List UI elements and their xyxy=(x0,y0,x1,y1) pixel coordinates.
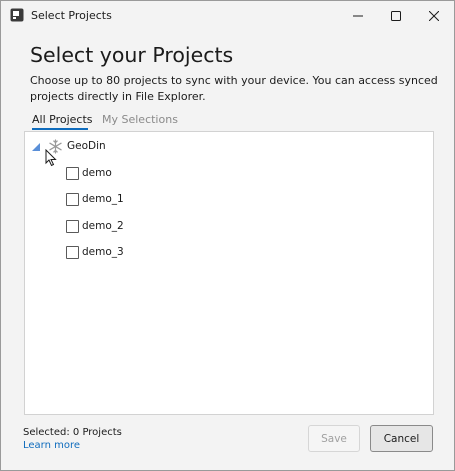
close-icon xyxy=(429,11,439,21)
learn-more-link[interactable]: Learn more xyxy=(23,440,80,451)
list-item-label: demo_3 xyxy=(82,246,124,258)
select-projects-window: Select Projects Select your Projects Cho… xyxy=(0,0,455,471)
checkbox[interactable] xyxy=(66,167,79,180)
list-item-label: demo_1 xyxy=(82,193,124,205)
selection-status: Selected: 0 Projects xyxy=(23,427,122,438)
list-item-label: demo xyxy=(82,167,112,179)
expand-arrow-icon[interactable] xyxy=(32,143,40,151)
page-description: Choose up to 80 projects to sync with yo… xyxy=(30,74,438,103)
maximize-button[interactable] xyxy=(377,1,415,31)
list-item-label: demo_2 xyxy=(82,220,124,232)
maximize-icon xyxy=(391,11,401,21)
minimize-icon xyxy=(353,15,363,17)
list-item[interactable]: demo xyxy=(66,167,216,183)
title-bar[interactable]: Select Projects xyxy=(1,1,454,31)
snowflake-icon xyxy=(49,139,62,154)
page-heading: Select your Projects xyxy=(30,43,234,67)
tab-my-selections[interactable]: My Selections xyxy=(102,113,178,126)
list-item[interactable]: demo_3 xyxy=(66,246,216,262)
tree-root-node[interactable]: GeoDin xyxy=(25,138,225,156)
project-tree[interactable]: GeoDin demo demo_1 demo_2 demo_3 xyxy=(24,131,434,415)
cancel-button[interactable]: Cancel xyxy=(370,425,433,452)
tree-root-label: GeoDin xyxy=(67,140,106,152)
save-button[interactable]: Save xyxy=(308,425,360,452)
checkbox[interactable] xyxy=(66,193,79,206)
selected-tab-indicator xyxy=(32,128,88,130)
window-title: Select Projects xyxy=(31,9,112,22)
app-icon xyxy=(10,8,24,22)
list-item[interactable]: demo_1 xyxy=(66,193,216,209)
checkbox[interactable] xyxy=(66,246,79,259)
checkbox[interactable] xyxy=(66,220,79,233)
tab-all-projects[interactable]: All Projects xyxy=(32,113,93,126)
close-button[interactable] xyxy=(415,1,453,31)
list-item[interactable]: demo_2 xyxy=(66,220,216,236)
minimize-button[interactable] xyxy=(339,1,377,31)
